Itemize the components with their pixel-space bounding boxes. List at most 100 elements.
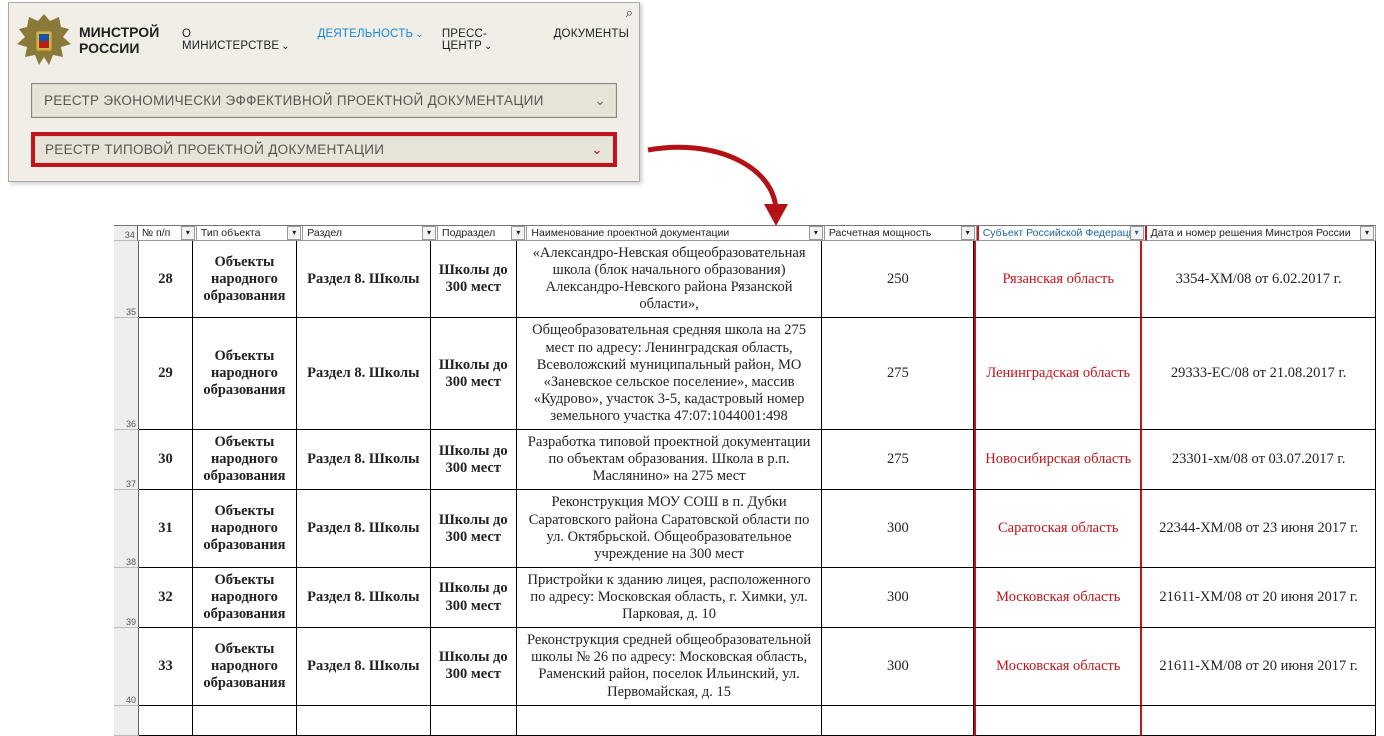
cell-subject: Московская область — [974, 628, 1142, 705]
cell-subsection: Школы до 300 мест — [431, 490, 517, 567]
cell-num: 31 — [139, 490, 193, 567]
nav-docs[interactable]: ДОКУМЕНТЫ — [554, 28, 629, 52]
cell-subject — [974, 706, 1142, 736]
nav-activity-label: ДЕЯТЕЛЬНОСТЬ — [318, 28, 414, 40]
ministry-header-panel: ⌕ МИНСТРОЙ РОССИИ О МИНИСТЕРСТВЕ⌄ ДЕЯТЕЛ… — [8, 2, 640, 182]
col-section[interactable]: Раздел ▾ — [303, 226, 438, 241]
column-header-row: 34 № п/п▾ Тип объекта ▾ Раздел ▾ Подраздел… — [114, 225, 1376, 241]
table-row: 4033Объекты народного образованияРаздел … — [114, 628, 1376, 705]
cell-type: Объекты народного образования — [193, 568, 297, 628]
cell-section — [297, 706, 431, 736]
search-icon[interactable]: ⌕ — [626, 5, 633, 21]
table-row: 3629Объекты народного образованияРаздел … — [114, 318, 1376, 430]
row-number: 34 — [125, 230, 135, 240]
col-name[interactable]: Наименование проектной документации ▾ — [527, 226, 824, 241]
cell-section: Раздел 8. Школы — [297, 430, 431, 490]
col-label: Наименование проектной документации — [531, 227, 729, 239]
cell-section: Раздел 8. Школы — [297, 628, 431, 705]
table-row: 3730Объекты народного образованияРаздел … — [114, 430, 1376, 490]
site-title-line2: РОССИИ — [79, 40, 168, 56]
chevron-down-icon: ⌄ — [594, 93, 606, 109]
col-capacity[interactable]: Расчетная мощность ▾ — [825, 226, 977, 241]
col-type[interactable]: Тип объекта ▾ — [197, 226, 303, 241]
cell-subject: Саратоская область — [974, 490, 1142, 567]
col-subject[interactable]: Субъект Российской Федерации▾ — [977, 226, 1147, 241]
dropdown-typical-registry[interactable]: РЕЕСТР ТИПОВОЙ ПРОЕКТНОЙ ДОКУМЕНТАЦИИ ⌄ — [31, 132, 617, 167]
table-row: 3528Объекты народного образованияРаздел … — [114, 241, 1376, 318]
cell-capacity — [822, 706, 974, 736]
cell-name: Реконструкция средней общеобразовательно… — [517, 628, 823, 705]
cell-subject: Ленинградская область — [974, 318, 1142, 430]
nav-activity[interactable]: ДЕЯТЕЛЬНОСТЬ⌄ — [318, 28, 424, 52]
cell-num: 30 — [139, 430, 193, 490]
col-label: Тип объекта — [201, 227, 261, 239]
cell-decision: 23301-хм/08 от 03.07.2017 г. — [1142, 430, 1376, 490]
col-label: Расчетная мощность — [829, 227, 932, 239]
cell-section: Раздел 8. Школы — [297, 490, 431, 567]
filter-icon[interactable]: ▾ — [287, 226, 301, 240]
cell-type: Объекты народного образования — [193, 430, 297, 490]
filter-icon[interactable]: ▾ — [809, 226, 823, 240]
registry-sheet: 34 № п/п▾ Тип объекта ▾ Раздел ▾ Подраздел… — [114, 225, 1376, 736]
filter-icon[interactable]: ▾ — [422, 226, 436, 240]
cell-decision: 21611-ХМ/08 от 20 июня 2017 г. — [1142, 628, 1376, 705]
cell-decision: 3354-ХМ/08 от 6.02.2017 г. — [1142, 241, 1376, 318]
filter-icon[interactable]: ▾ — [1130, 226, 1144, 240]
cell-section: Раздел 8. Школы — [297, 318, 431, 430]
cell-name: Разработка типовой проектной документаци… — [517, 430, 823, 490]
chevron-down-icon: ⌄ — [484, 41, 493, 52]
cell-type: Объекты народного образования — [193, 241, 297, 318]
row-number-gutter: 34 — [114, 226, 138, 241]
row-number-gutter: 37 — [114, 430, 139, 490]
filter-icon[interactable]: ▾ — [181, 226, 195, 240]
cell-capacity: 300 — [822, 490, 974, 567]
row-number-gutter — [114, 706, 139, 736]
cell-num: 29 — [139, 318, 193, 430]
cell-subsection: Школы до 300 мест — [431, 568, 517, 628]
cell-num: 28 — [139, 241, 193, 318]
chevron-down-icon: ⌄ — [415, 29, 424, 40]
row-number-gutter: 36 — [114, 318, 139, 430]
table-row: 3831Объекты народного образованияРаздел … — [114, 490, 1376, 567]
cell-type: Объекты народного образования — [193, 490, 297, 567]
cell-decision — [1142, 706, 1376, 736]
col-label: Дата и номер решения Минстроя России — [1151, 227, 1351, 239]
cell-subject: Рязанская область — [974, 241, 1142, 318]
nav-about[interactable]: О МИНИСТЕРСТВЕ⌄ — [182, 28, 300, 52]
filter-icon[interactable]: ▾ — [961, 226, 975, 240]
cell-subsection: Школы до 300 мест — [431, 430, 517, 490]
nav-press[interactable]: ПРЕСС-ЦЕНТР⌄ — [442, 28, 536, 52]
cell-capacity: 275 — [822, 318, 974, 430]
row-number-gutter: 38 — [114, 490, 139, 567]
cell-name: Реконструкция МОУ СОШ в п. Дубки Саратов… — [517, 490, 823, 567]
main-nav: О МИНИСТЕРСТВЕ⌄ ДЕЯТЕЛЬНОСТЬ⌄ ПРЕСС-ЦЕНТ… — [182, 28, 629, 52]
cell-subsection: Школы до 300 мест — [431, 628, 517, 705]
filter-icon[interactable]: ▾ — [511, 226, 525, 240]
table-row-partial — [114, 706, 1376, 736]
dropdown-effective-registry[interactable]: РЕЕСТР ЭКОНОМИЧЕСКИ ЭФФЕКТИВНОЙ ПРОЕКТНО… — [31, 83, 617, 118]
site-title: МИНСТРОЙ РОССИИ — [79, 24, 168, 56]
cell-section: Раздел 8. Школы — [297, 241, 431, 318]
cell-type — [193, 706, 297, 736]
cell-subject: Новосибирская область — [974, 430, 1142, 490]
chevron-down-icon: ⌄ — [591, 142, 603, 158]
cell-num: 32 — [139, 568, 193, 628]
cell-name — [517, 706, 823, 736]
cell-subsection — [431, 706, 517, 736]
chevron-down-icon: ⌄ — [281, 41, 290, 52]
cell-section: Раздел 8. Школы — [297, 568, 431, 628]
col-num[interactable]: № п/п▾ — [138, 226, 197, 241]
cell-name: «Александро-Невская общеобразовательная … — [517, 241, 823, 318]
col-label: Раздел — [307, 227, 342, 239]
cell-decision: 22344-ХМ/08 от 23 июня 2017 г. — [1142, 490, 1376, 567]
row-number-gutter: 35 — [114, 241, 139, 318]
col-decision[interactable]: Дата и номер решения Минстроя России ▾ — [1147, 226, 1376, 241]
col-subsection[interactable]: Подраздел ▾ — [438, 226, 527, 241]
row-number-gutter: 39 — [114, 568, 139, 628]
cell-decision: 21611-ХМ/08 от 20 июня 2017 г. — [1142, 568, 1376, 628]
col-label: Подраздел — [442, 227, 495, 239]
filter-icon[interactable]: ▾ — [1360, 226, 1374, 240]
cell-name: Пристройки к зданию лицея, расположенног… — [517, 568, 823, 628]
cell-capacity: 300 — [822, 628, 974, 705]
cell-subsection: Школы до 300 мест — [431, 241, 517, 318]
